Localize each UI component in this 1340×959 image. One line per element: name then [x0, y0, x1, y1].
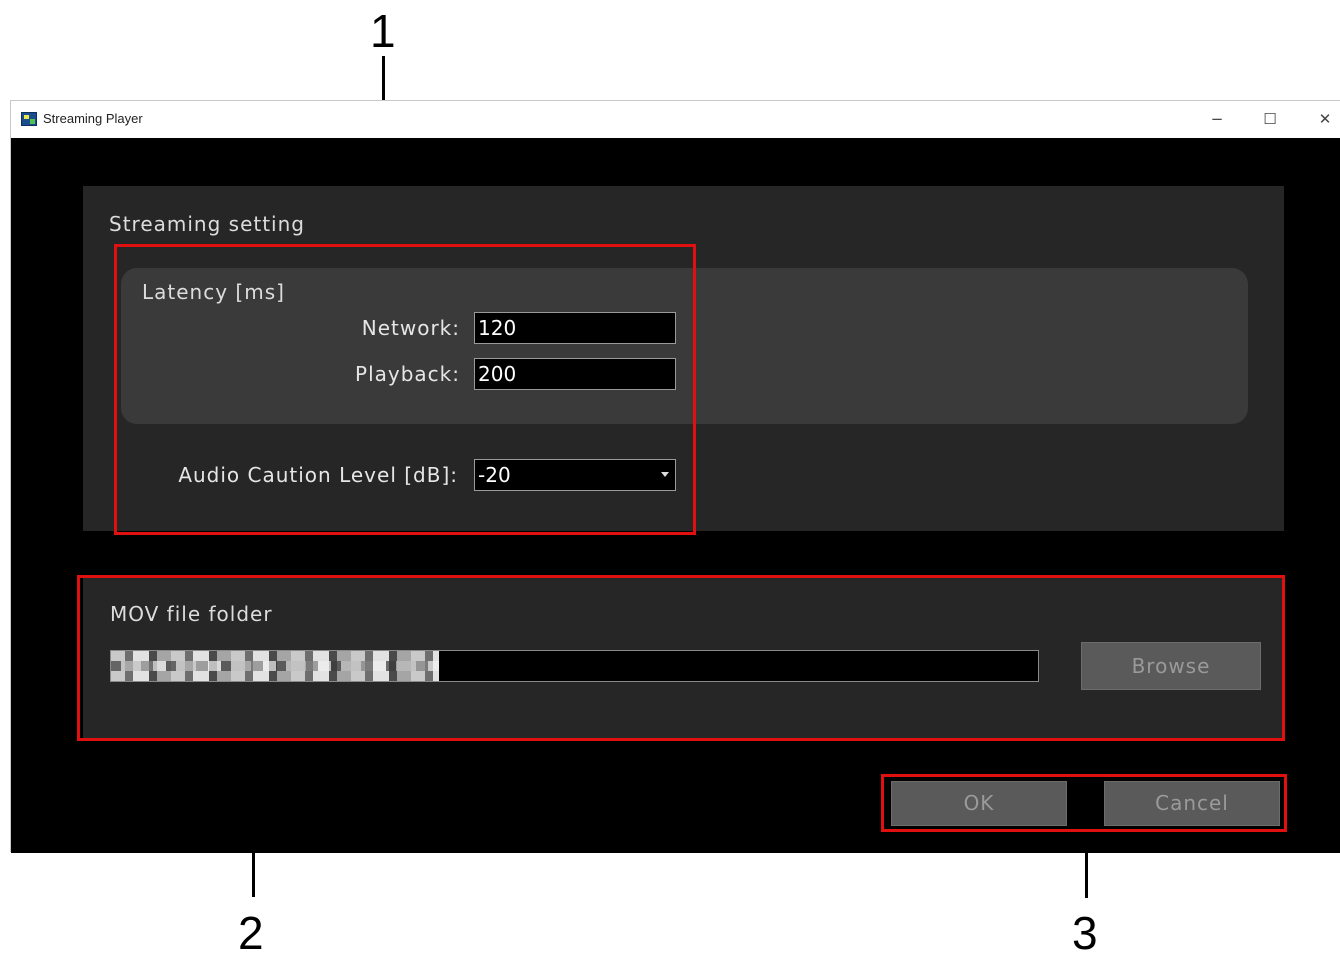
app-icon — [21, 112, 37, 126]
mov-folder-heading: MOV file folder — [110, 602, 273, 626]
dialog-content: Streaming setting Latency [ms] Network: … — [11, 138, 1340, 853]
close-icon[interactable]: ✕ — [1310, 107, 1340, 131]
audio-caution-level-select[interactable]: -20 — [474, 459, 676, 491]
minimize-icon[interactable]: − — [1202, 107, 1232, 131]
ok-button[interactable]: OK — [891, 781, 1067, 826]
redacted-path — [111, 651, 439, 681]
browse-button[interactable]: Browse — [1081, 642, 1261, 690]
callout-number-3: 3 — [1072, 907, 1098, 959]
streaming-setting-heading: Streaming setting — [109, 212, 305, 236]
audio-caution-label: Audio Caution Level [dB]: — [178, 463, 458, 487]
network-latency-input[interactable]: 120 — [474, 312, 676, 344]
title-bar[interactable]: Streaming Player − ☐ ✕ — [11, 101, 1340, 138]
audio-caution-value: -20 — [478, 463, 511, 487]
callout-number-2: 2 — [238, 907, 264, 959]
dropdown-arrow-icon — [661, 472, 669, 477]
mov-file-folder-panel: MOV file folder Browse — [83, 578, 1284, 738]
network-label: Network: — [361, 316, 460, 340]
playback-latency-input[interactable]: 200 — [474, 358, 676, 390]
playback-label: Playback: — [355, 362, 460, 386]
mov-folder-path-field[interactable] — [110, 650, 1039, 682]
latency-heading: Latency [ms] — [142, 280, 285, 304]
maximize-icon[interactable]: ☐ — [1255, 107, 1285, 131]
latency-group: Latency [ms] Network: 120 Playback: 200 — [121, 268, 1248, 424]
streaming-setting-panel: Streaming setting Latency [ms] Network: … — [83, 186, 1284, 531]
callout-number-1: 1 — [370, 5, 396, 57]
cancel-button[interactable]: Cancel — [1104, 781, 1280, 826]
streaming-player-window: Streaming Player − ☐ ✕ Streaming setting… — [10, 100, 1340, 853]
window-title: Streaming Player — [43, 111, 143, 126]
